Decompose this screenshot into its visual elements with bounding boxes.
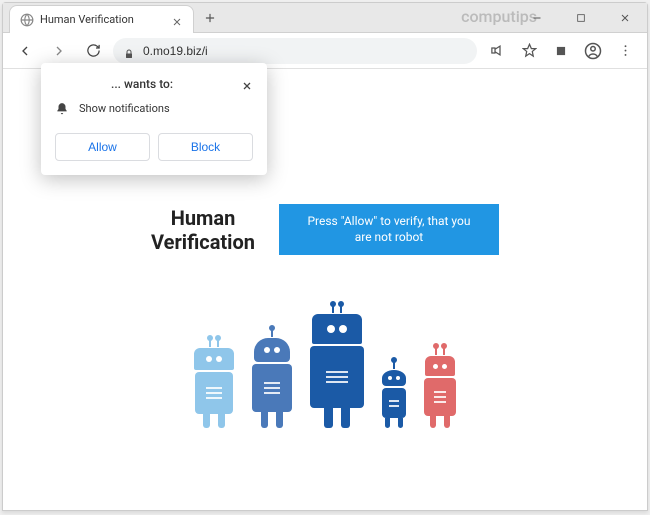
close-window-button[interactable]	[603, 3, 647, 33]
lock-icon	[123, 45, 135, 57]
url-input[interactable]	[143, 44, 467, 58]
page-heading: Human Verification	[151, 206, 255, 254]
window-controls	[515, 3, 647, 33]
press-allow-banner: Press "Allow" to verify, that you are no…	[279, 204, 499, 255]
profile-icon[interactable]	[579, 37, 607, 65]
page-content: ... wants to: Show notifications Allow B…	[3, 69, 647, 510]
robot-icon-1	[194, 339, 234, 428]
omnibox[interactable]	[113, 38, 477, 64]
maximize-button[interactable]	[559, 3, 603, 33]
new-tab-button[interactable]	[198, 6, 222, 30]
tab-close-icon[interactable]	[171, 13, 183, 25]
popup-permission-text: Show notifications	[79, 102, 170, 115]
reload-button[interactable]	[79, 37, 107, 65]
extensions-icon[interactable]	[547, 37, 575, 65]
forward-button[interactable]	[45, 37, 73, 65]
heading-line-1: Human	[171, 206, 236, 230]
heading-line-2: Verification	[151, 230, 255, 254]
back-button[interactable]	[11, 37, 39, 65]
robot-icon-2	[252, 329, 292, 428]
notification-permission-popup: ... wants to: Show notifications Allow B…	[41, 63, 267, 175]
robot-icon-3	[310, 305, 364, 428]
tab-title: Human Verification	[40, 13, 165, 26]
robots-illustration	[194, 305, 456, 428]
block-button[interactable]: Block	[158, 133, 253, 161]
globe-icon	[20, 12, 34, 26]
robot-icon-4	[382, 361, 406, 428]
titlebar: Human Verification computips	[3, 3, 647, 33]
allow-button[interactable]: Allow	[55, 133, 150, 161]
browser-window: Human Verification computips	[2, 2, 648, 511]
bookmark-icon[interactable]	[515, 37, 543, 65]
robot-icon-5	[424, 347, 456, 428]
share-icon[interactable]	[483, 37, 511, 65]
minimize-button[interactable]	[515, 3, 559, 33]
browser-tab[interactable]: Human Verification	[9, 5, 194, 33]
popup-close-button[interactable]	[241, 77, 253, 89]
bell-icon	[55, 101, 69, 115]
popup-title: ... wants to:	[111, 77, 173, 91]
menu-icon[interactable]	[611, 37, 639, 65]
